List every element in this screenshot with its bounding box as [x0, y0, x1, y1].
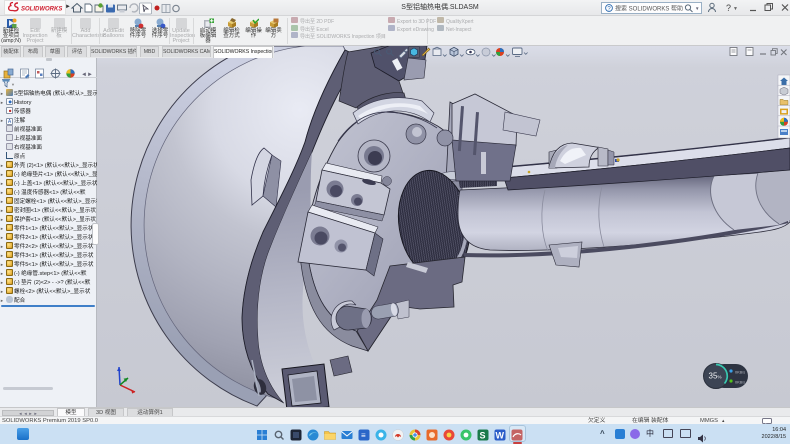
svg-text:S: S — [480, 431, 486, 441]
svg-text:SOLIDWORKS: SOLIDWORKS — [21, 7, 62, 13]
svg-text:≡: ≡ — [361, 431, 366, 440]
svg-text:W: W — [496, 431, 505, 441]
svg-text:0KB/s: 0KB/s — [735, 381, 745, 385]
svg-text:▼: ▼ — [695, 6, 699, 11]
svg-text:◄►: ◄► — [81, 72, 92, 78]
svg-text:?: ? — [726, 3, 731, 13]
svg-text:▼: ▼ — [733, 6, 738, 12]
svg-text:0KB/s: 0KB/s — [735, 371, 745, 375]
svg-text:搜索 SOLIDWORKS 帮助: 搜索 SOLIDWORKS 帮助 — [615, 5, 683, 13]
